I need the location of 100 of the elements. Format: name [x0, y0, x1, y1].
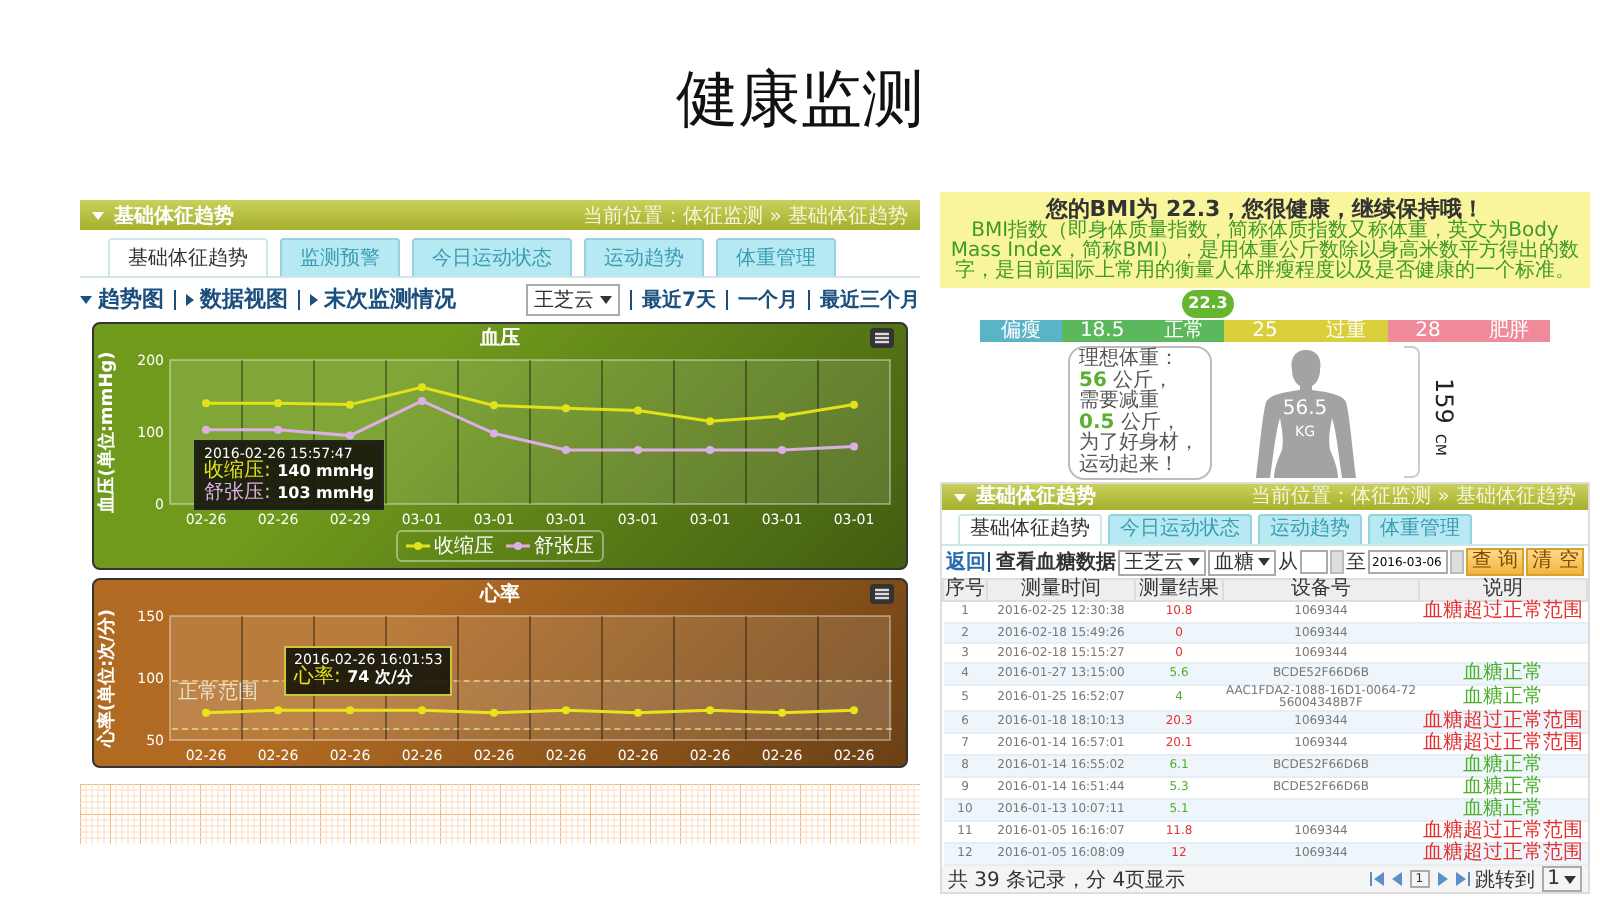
- data-point: [778, 412, 786, 421]
- next-page-icon[interactable]: [1435, 872, 1450, 886]
- axis-title: 血压(单位:mmHg): [98, 351, 118, 513]
- data-point: [778, 708, 786, 717]
- legend-marker-icon: [506, 540, 530, 552]
- data-point: [274, 399, 282, 408]
- data-point: [850, 706, 858, 715]
- tooltip-line: 舒张压: 103 mmHg: [204, 483, 375, 504]
- previous-page-icon[interactable]: [1389, 872, 1404, 886]
- table-cell: 血糖正常: [1419, 755, 1587, 777]
- chart-title: 心率: [480, 580, 520, 608]
- panel-title: 基础体征趋势: [976, 484, 1096, 510]
- column-header: 测量时间: [987, 579, 1135, 601]
- bmi-description: BMI指数（即身体质量指数，简称体质指数又称体重，英文为Body Mass Index，简称BMI），是用体重公斤数除以身高米数平方得出的数字，是目前国际上常用的衡量人体胖瘦程度以及是否健康的一个标准。: [948, 222, 1582, 282]
- date-field[interactable]: [1300, 550, 1328, 574]
- data-point: [274, 706, 282, 715]
- column-header: 说明: [1419, 579, 1587, 601]
- table-cell: 血糖超过正常范围: [1419, 711, 1587, 733]
- panel-title: 基础体征趋势: [114, 203, 234, 229]
- data-point: [634, 708, 642, 717]
- data-point: [490, 708, 498, 717]
- menu-icon[interactable]: [870, 584, 894, 604]
- caret-icon: [1188, 558, 1200, 566]
- data-point: [562, 706, 570, 715]
- person-select[interactable]: 王芝云: [526, 283, 621, 315]
- tip-line: 运动起来！: [1079, 455, 1181, 476]
- chart-title: 血压: [480, 325, 520, 352]
- scale-segment: 正常: [1142, 320, 1225, 342]
- record-summary: 共 39 条记录，分 4页显示: [948, 867, 1186, 893]
- data-point: [850, 400, 858, 409]
- view-link[interactable]: 趋势图: [80, 284, 164, 314]
- legend-label: 收缩压: [434, 533, 494, 560]
- scale-segment: 过重: [1305, 320, 1388, 342]
- data-point: [562, 446, 570, 454]
- data-point: [418, 706, 426, 715]
- data-point: [778, 446, 786, 454]
- legend-label: 舒张压: [534, 533, 594, 560]
- weight-value: 56.5: [1280, 398, 1330, 420]
- data-point: [490, 401, 498, 410]
- scale-segment: 25: [1224, 320, 1306, 342]
- filter-label: 从: [1278, 549, 1298, 576]
- range-link[interactable]: 最近三个月: [820, 285, 920, 313]
- legend-marker-icon: [406, 540, 430, 552]
- column-header: 序号: [943, 579, 987, 601]
- table-cell: 血糖超过正常范围: [1419, 843, 1587, 865]
- caret-icon: [600, 295, 613, 303]
- range-link[interactable]: 一个月: [738, 285, 798, 313]
- data-point: [346, 431, 354, 440]
- tip-line: 56 公斤，: [1079, 371, 1176, 391]
- menu-icon[interactable]: [870, 328, 894, 348]
- data-point: [418, 397, 426, 406]
- scale-segment: 18.5: [1061, 320, 1143, 342]
- breadcrumb: 当前位置：体征监测 » 基础体征趋势: [583, 203, 908, 229]
- data-point: [274, 425, 282, 434]
- jump-label: 跳转到: [1475, 867, 1536, 893]
- action-button[interactable]: 查 询: [1466, 548, 1525, 576]
- data-point: [850, 442, 858, 451]
- tooltip-line: 收缩压: 140 mmHg: [204, 462, 375, 482]
- tip-line: 需要减重: [1079, 392, 1159, 412]
- tooltip-line: 心率: 74 次/分: [294, 668, 415, 689]
- view-link[interactable]: 数据视图: [186, 284, 288, 314]
- caret-icon: [92, 211, 104, 219]
- tip-line: 0.5 公斤，: [1079, 413, 1183, 433]
- data-point: [562, 404, 570, 413]
- view-link[interactable]: 末次监测情况: [310, 284, 456, 314]
- filter-label: 至: [1346, 550, 1366, 576]
- height-ruler: [1403, 346, 1419, 478]
- scale-segment: 28: [1387, 320, 1469, 342]
- type-select[interactable]: 血糖: [1208, 549, 1276, 575]
- tab[interactable]: 基础体征趋势: [958, 514, 1102, 544]
- caret-icon: [954, 493, 966, 501]
- data-point: [706, 446, 714, 454]
- caret-icon: [1258, 558, 1270, 566]
- table-cell: 血糖正常: [1419, 799, 1587, 821]
- page-select[interactable]: 1: [1541, 866, 1582, 892]
- data-point: [418, 383, 426, 392]
- scale-segment: 偏瘦: [980, 320, 1062, 342]
- data-point: [490, 429, 498, 438]
- tab[interactable]: 基础体征趋势: [108, 238, 268, 276]
- bmi-headline: 您的BMI为 22.3，您很健康，继续保持哦！: [1045, 196, 1485, 222]
- table-cell: 血糖正常: [1419, 663, 1587, 685]
- column-header: 测量结果: [1135, 579, 1223, 601]
- last-page-icon[interactable]: [1455, 872, 1470, 886]
- data-point: [634, 446, 642, 454]
- range-link[interactable]: 最近7天: [642, 285, 716, 313]
- axis-title: 心率(单位:次/分): [98, 608, 118, 748]
- slide-title: 健康监测: [674, 62, 926, 140]
- data-point: [634, 406, 642, 415]
- action-button[interactable]: 清 空: [1526, 548, 1585, 576]
- data-point: [346, 400, 354, 409]
- first-page-icon[interactable]: [1369, 872, 1384, 886]
- back-link[interactable]: 返回: [946, 548, 986, 576]
- bmi-marker: 22.3: [1182, 290, 1234, 318]
- tip-line: 理想体重：: [1079, 350, 1181, 370]
- column-header: 设备号: [1223, 579, 1419, 601]
- data-point: [706, 417, 714, 426]
- person-select[interactable]: 王芝云: [1118, 549, 1206, 575]
- data-point: [202, 425, 210, 434]
- data-point: [346, 706, 354, 715]
- data-point: [202, 399, 210, 408]
